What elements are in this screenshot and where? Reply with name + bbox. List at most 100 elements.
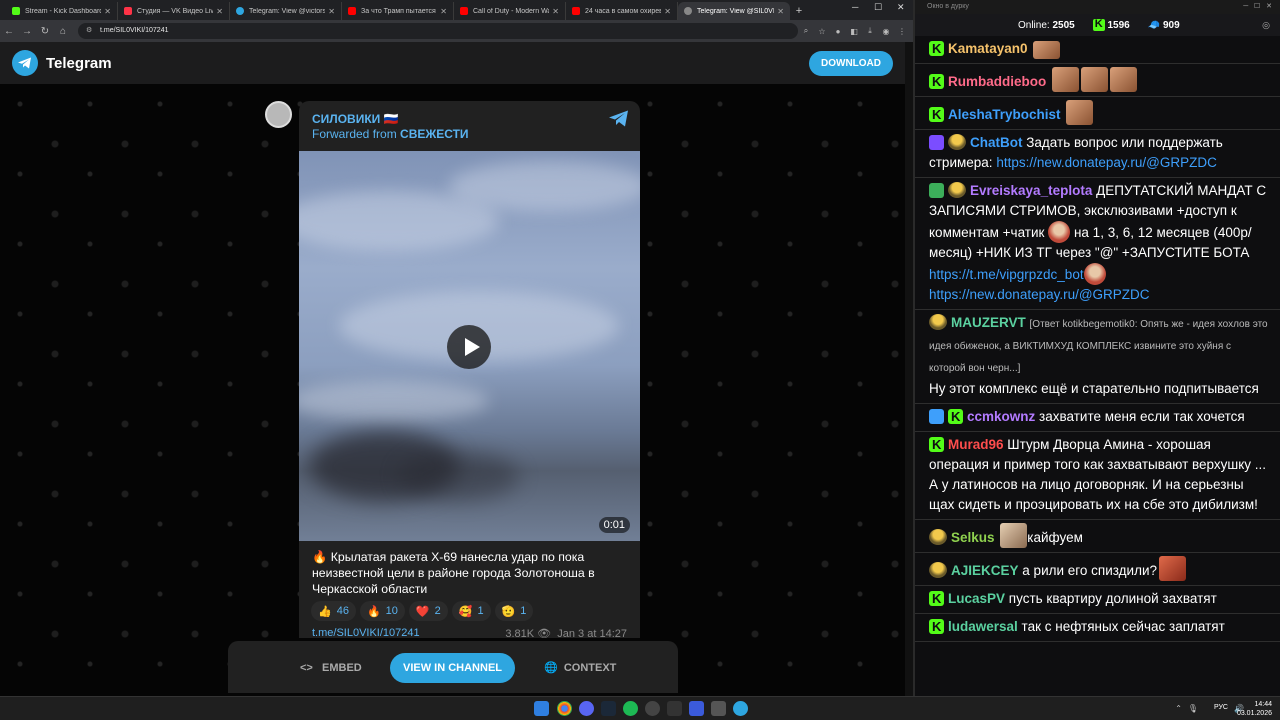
tab-telegram-siloviki[interactable]: Telegram: View @SIL0VIKI ✕ — [678, 2, 790, 20]
close-tab-icon[interactable]: ✕ — [664, 7, 671, 16]
clock[interactable]: 14:44 03.01.2026 — [1237, 700, 1272, 718]
close-tab-icon[interactable]: ✕ — [216, 7, 223, 16]
start-icon[interactable] — [534, 701, 549, 716]
window-controls[interactable]: ─ ☐ ✕ — [1243, 0, 1272, 14]
tab-youtube-trump[interactable]: За что Трамп пытается уби…✕ — [342, 2, 454, 20]
extension-icon[interactable]: ● — [830, 27, 846, 36]
reaction-salute[interactable]: 🫡 1 — [494, 601, 534, 621]
post-link[interactable]: t.me/SIL0VIKI/107241 — [312, 627, 420, 638]
username[interactable]: ccmkownz — [967, 409, 1035, 424]
username[interactable]: ludawersal — [948, 619, 1018, 634]
sword-badge-icon — [929, 409, 944, 424]
app-icon[interactable] — [689, 701, 704, 716]
kick-badge-icon — [929, 39, 944, 59]
username[interactable]: AleshaTrybochist — [948, 107, 1061, 122]
username[interactable]: AJIEKCEY — [951, 563, 1019, 578]
view-in-channel-button[interactable]: VIEW IN CHANNEL — [390, 653, 515, 683]
chat-messages: Kamatayan0 Rumbaddieboo AleshaTrybochist… — [915, 36, 1280, 642]
username[interactable]: Rumbaddieboo — [948, 74, 1046, 89]
puzzle-icon[interactable]: ◧ — [846, 27, 862, 36]
username[interactable]: Murad96 — [948, 437, 1004, 452]
message-text: захватите меня если так хочется — [1039, 409, 1245, 424]
reload-icon[interactable]: ↻ — [36, 26, 54, 37]
discord-icon[interactable] — [579, 701, 594, 716]
username[interactable]: Evreiskaya_teplota — [970, 183, 1092, 198]
channel-avatar[interactable] — [265, 101, 292, 128]
reaction-smiling-hearts[interactable]: 🥰 1 — [451, 601, 491, 621]
embed-label: EMBED — [322, 662, 362, 674]
username[interactable]: Selkus — [951, 530, 995, 545]
address-bar[interactable]: ⚙ t.me/SIL0VIKI/107241 — [78, 23, 798, 39]
video-player[interactable]: 0:01 — [299, 151, 640, 541]
app-icon[interactable] — [711, 701, 726, 716]
menu-icon[interactable]: ⋮ — [894, 27, 910, 36]
smiling-hearts-icon: 🥰 — [458, 605, 473, 618]
channel-name[interactable]: СИЛОВИКИ 🇷🇺 — [312, 112, 399, 126]
kick-badge-icon — [948, 407, 963, 427]
close-tab-icon[interactable]: ✕ — [777, 7, 784, 16]
telegram-logo-icon[interactable] — [12, 50, 38, 76]
maximize-icon[interactable]: ☐ — [874, 2, 882, 13]
tab-youtube-24h[interactable]: 24 часа в самом охиревш…✕ — [566, 2, 678, 20]
embed-button[interactable]: <> EMBED — [300, 653, 362, 683]
reaction-thumbs-up[interactable]: 👍 46 — [311, 601, 356, 621]
zoom-icon[interactable]: ⌕ — [798, 26, 814, 36]
site-info-icon[interactable]: ⚙ — [86, 23, 92, 39]
spotify-icon[interactable] — [623, 701, 638, 716]
share-icon[interactable] — [609, 110, 629, 127]
vk-video-icon — [124, 7, 132, 15]
telegram-brand[interactable]: Telegram — [46, 55, 112, 72]
edit-badge-icon — [929, 183, 944, 198]
context-button[interactable]: 🌐 CONTEXT — [544, 653, 616, 683]
forward-icon[interactable]: → — [18, 26, 36, 37]
settings-icon[interactable]: ◎ — [1262, 20, 1270, 31]
username[interactable]: LucasPV — [948, 591, 1005, 606]
tab-telegram-victor[interactable]: Telegram: View @victorstep…✕ — [230, 2, 342, 20]
telegram-icon[interactable] — [733, 701, 748, 716]
app-icon[interactable] — [645, 701, 660, 716]
tab-vk-video[interactable]: Студия — VK Видео Live ✕ — [118, 2, 230, 20]
other-viewers: 🧢 909 — [1148, 20, 1180, 31]
reaction-heart[interactable]: ❤️ 2 — [408, 601, 448, 621]
message-link[interactable]: https://new.donatepay.ru/@GRPZDC — [996, 155, 1217, 170]
message-link-2[interactable]: https://new.donatepay.ru/@GRPZDC — [929, 287, 1150, 302]
chat-message: Kamatayan0 — [915, 36, 1280, 64]
download-icon[interactable]: ⤓ — [862, 26, 878, 36]
message-link[interactable]: https://t.me/vipgrpzdc_bot — [929, 267, 1084, 282]
cloud — [449, 161, 640, 211]
tab-kick-dashboard[interactable]: Stream - Kick Dashboard ✕ — [6, 2, 118, 20]
tab-youtube-cod[interactable]: Call of Duty - Modern Warfa…✕ — [454, 2, 566, 20]
download-button[interactable]: DOWNLOAD — [809, 51, 893, 76]
language-indicator[interactable]: РУС — [1214, 704, 1228, 711]
tab-title: Telegram: View @victorstep… — [249, 7, 325, 15]
tray-arrow-icon[interactable]: ⌃ — [1175, 704, 1182, 713]
bookmark-star-icon[interactable]: ☆ — [814, 27, 830, 36]
close-tab-icon[interactable]: ✕ — [440, 7, 447, 16]
kick-badge-icon — [929, 72, 944, 92]
reaction-fire[interactable]: 🔥 10 — [359, 601, 405, 621]
close-tab-icon[interactable]: ✕ — [328, 7, 335, 16]
username[interactable]: Kamatayan0 — [948, 41, 1028, 56]
close-tab-icon[interactable]: ✕ — [552, 7, 559, 16]
username[interactable]: ChatBot — [970, 135, 1023, 150]
message-text: а рили его спиздили? — [1022, 563, 1158, 578]
mic-icon[interactable]: 🎙 — [1188, 704, 1198, 713]
close-window-icon[interactable]: ✕ — [897, 2, 905, 13]
close-tab-icon[interactable]: ✕ — [104, 7, 111, 16]
back-icon[interactable]: ← — [0, 26, 18, 37]
fire-icon: 🔥 — [366, 605, 381, 618]
username[interactable]: MAUZERVT — [951, 315, 1026, 330]
new-tab-button[interactable]: + — [790, 2, 808, 20]
home-icon[interactable]: ⌂ — [54, 26, 72, 37]
play-button[interactable] — [447, 325, 491, 369]
chrome-icon[interactable] — [557, 701, 572, 716]
minimize-icon[interactable]: ─ — [852, 2, 858, 12]
forwarded-source[interactable]: СВЕЖЕСТИ — [400, 127, 469, 141]
code-icon: <> — [300, 662, 313, 674]
globe-icon: 🌐 — [544, 662, 558, 674]
app-icon[interactable] — [667, 701, 682, 716]
profile-icon[interactable]: ◉ — [878, 27, 894, 36]
message-text: кайфуем — [1027, 530, 1083, 545]
kick-badge-icon — [929, 617, 944, 637]
steam-icon[interactable] — [601, 701, 616, 716]
